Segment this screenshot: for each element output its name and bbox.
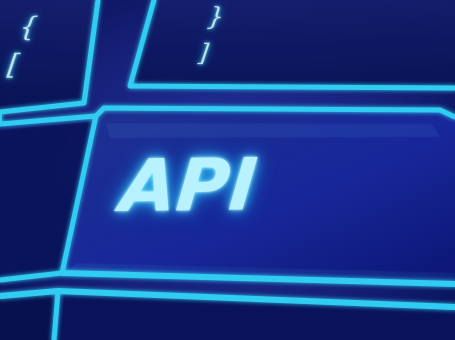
photo-canvas: { [ } ] API — [0, 0, 455, 340]
api-key-label: API — [117, 142, 261, 229]
